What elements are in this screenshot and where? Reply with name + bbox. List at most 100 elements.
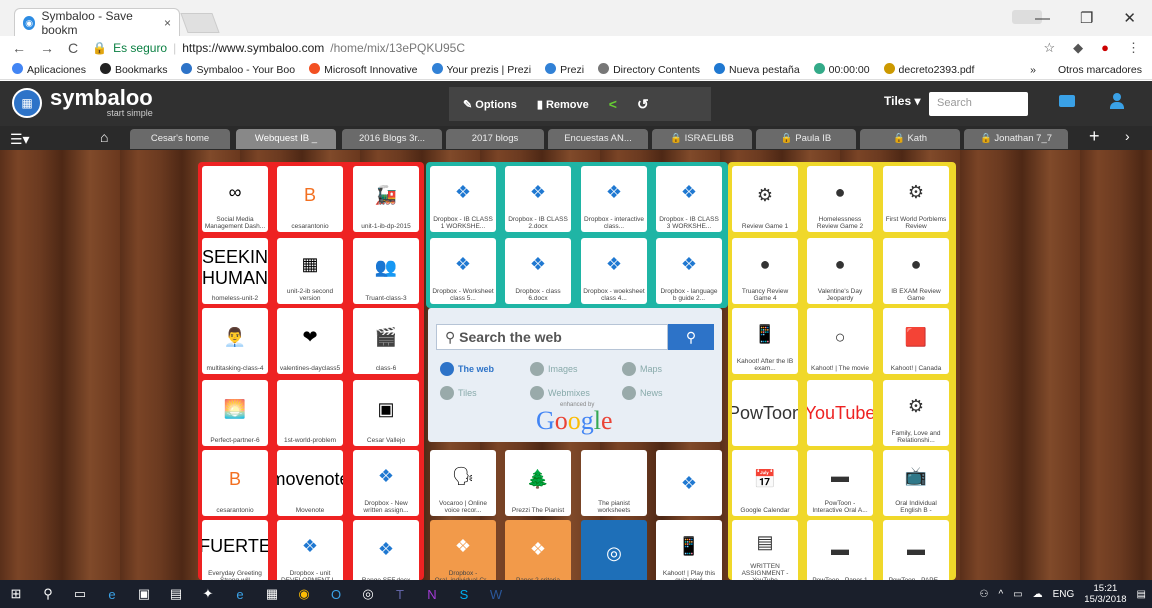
- bookmark-item[interactable]: 00:00:00: [813, 63, 870, 76]
- bookmark-tile[interactable]: ● Truancy Review Game 4: [732, 238, 798, 304]
- bookmark-tile[interactable]: ❖ Dropbox - interactive class...: [581, 166, 647, 232]
- chevron-right-icon[interactable]: ›: [1125, 128, 1130, 144]
- bookmark-tile[interactable]: 🌅 Perfect-partner-6: [202, 380, 268, 446]
- bookmark-tile[interactable]: SEEKIN HUMAN homeless-unit-2: [202, 238, 268, 304]
- extension-abp-icon[interactable]: ●: [1101, 40, 1109, 56]
- notifications-icon[interactable]: ▤: [1137, 589, 1146, 600]
- bookmark-tile[interactable]: 📱 Kahoot! After the IB exam...: [732, 308, 798, 374]
- windows-start-icon[interactable]: ⊞: [4, 586, 28, 602]
- ie-icon[interactable]: e: [228, 587, 252, 602]
- search-option[interactable]: News: [622, 386, 663, 400]
- bookmark-tile[interactable]: ❤ valentines-dayclass5: [277, 308, 343, 374]
- tiles-dropdown[interactable]: Tiles ▾: [884, 94, 921, 108]
- search-option[interactable]: Maps: [622, 362, 662, 376]
- bookmark-tile[interactable]: 1st-world-problem: [277, 380, 343, 446]
- bookmark-tile[interactable]: ❖ Dropbox - IB CLASS 2.docx: [505, 166, 571, 232]
- search-taskbar-icon[interactable]: ⚲: [36, 586, 60, 602]
- bookmarks-more-button[interactable]: »: [1030, 64, 1044, 76]
- search-option[interactable]: Tiles: [440, 386, 477, 400]
- reload-button[interactable]: C: [68, 40, 78, 56]
- bookmark-tile[interactable]: ▬PowToon - Paper 1: [807, 520, 873, 586]
- bookmark-item[interactable]: decreto2393.pdf: [883, 63, 974, 76]
- maximize-button[interactable]: ❐: [1080, 9, 1093, 27]
- bookmark-tile[interactable]: ▣ Cesar Vallejo: [353, 380, 419, 446]
- bookmark-item[interactable]: Symbaloo - Your Boo: [181, 63, 295, 76]
- bookmark-tile[interactable]: 👨‍💼 multitasking-class-4: [202, 308, 268, 374]
- bookmark-tile[interactable]: ❖: [656, 450, 722, 516]
- star-icon[interactable]: ☆: [1043, 40, 1055, 56]
- options-button[interactable]: ✎ Options: [463, 98, 517, 111]
- bookmark-tile[interactable]: PowToon: [732, 380, 798, 446]
- language-label[interactable]: ENG: [1053, 589, 1075, 600]
- webmix-tab[interactable]: 2017 blogs: [446, 129, 544, 149]
- other-bookmarks[interactable]: Otros marcadores: [1058, 64, 1152, 76]
- share-icon[interactable]: <: [609, 96, 617, 112]
- media-icon[interactable]: ◎: [356, 586, 380, 602]
- webmix-tab[interactable]: 2016 Blogs 3r...: [342, 129, 442, 149]
- header-search-input[interactable]: Search: [929, 92, 1028, 116]
- webmix-tab[interactable]: 🔒 ISRAELIBB: [652, 129, 752, 149]
- home-icon[interactable]: ⌂: [100, 129, 108, 145]
- bookmark-tile[interactable]: ◎: [581, 520, 647, 586]
- web-search-button[interactable]: ⚲: [668, 324, 714, 350]
- bookmark-tile[interactable]: ❖Dropbox - unit DEVELOPMENT I...: [277, 520, 343, 586]
- bookmark-tile[interactable]: ● Homelessness Review Game 2: [807, 166, 873, 232]
- new-tab-button[interactable]: [180, 13, 220, 33]
- bookmark-item[interactable]: Your prezis | Prezi: [431, 63, 531, 76]
- battery-icon[interactable]: ▭: [1013, 589, 1022, 600]
- photos-icon[interactable]: ▤: [164, 586, 188, 602]
- task-view-icon[interactable]: ▭: [68, 586, 92, 602]
- bookmark-tile[interactable]: ▤WRITTEN ASSIGNMENT - YouTube: [732, 520, 798, 586]
- bookmark-item[interactable]: Prezi: [545, 63, 584, 76]
- bookmark-tile[interactable]: 📅 Google Calendar: [732, 450, 798, 516]
- undo-icon[interactable]: ↺: [637, 96, 649, 113]
- bookmark-tile[interactable]: movenote Movenote: [277, 450, 343, 516]
- tab-close-icon[interactable]: ×: [164, 16, 171, 30]
- forward-button[interactable]: →: [40, 40, 54, 56]
- tray-arrow-icon[interactable]: ^: [998, 589, 1003, 600]
- bookmark-tile[interactable]: 🗣 Vocaroo | Online voice recor...: [430, 450, 496, 516]
- add-webmix-button[interactable]: +: [1089, 126, 1100, 147]
- teams-icon[interactable]: T: [388, 587, 412, 602]
- user-icon[interactable]: [1110, 93, 1124, 109]
- bookmark-tile[interactable]: Bcesarantonio: [202, 450, 268, 516]
- bookmark-tile[interactable]: ∞ Social Media Management Dash...: [202, 166, 268, 232]
- bookmark-tile[interactable]: ❖Paper 2 criteria: [505, 520, 571, 586]
- bookmark-tile[interactable]: ❖ Dropbox - IB CLASS 1 WORKSHE...: [430, 166, 496, 232]
- bookmark-tile[interactable]: ❖ Dropbox - IB CLASS 3 WORKSHE...: [656, 166, 722, 232]
- bookmark-tile[interactable]: ❖ Dropbox - Worksheet class 5...: [430, 238, 496, 304]
- search-option[interactable]: Images: [530, 362, 578, 376]
- bookmark-tile[interactable]: ○ Kahoot! | The movie: [807, 308, 873, 374]
- bookmark-tile[interactable]: Bcesarantonio: [277, 166, 343, 232]
- bookmark-tile[interactable]: The pianist worksheets: [581, 450, 647, 516]
- webmix-tab[interactable]: 🔒 Paula IB: [756, 129, 856, 149]
- bookmark-item[interactable]: Microsoft Innovative: [309, 63, 418, 76]
- back-button[interactable]: ←: [12, 40, 26, 56]
- bookmark-tile[interactable]: ❖Range SEF.docx: [353, 520, 419, 586]
- bookmark-tile[interactable]: FUERTEEveryday Greeting Strong will: [202, 520, 268, 586]
- web-search-input[interactable]: ⚲ Search the web: [436, 324, 668, 350]
- clock[interactable]: 15:21 15/3/2018: [1084, 583, 1126, 605]
- bookmark-tile[interactable]: 👥 Truant-class-3: [353, 238, 419, 304]
- paint-icon[interactable]: ✦: [196, 586, 220, 602]
- close-window-button[interactable]: ✕: [1123, 9, 1136, 27]
- bookmark-item[interactable]: Directory Contents: [598, 63, 700, 76]
- bookmark-tile[interactable]: 📱Kahoot! | Play this quiz now!: [656, 520, 722, 586]
- bookmark-tile[interactable]: ▬PowToon - PAPE...: [883, 520, 949, 586]
- menu-icon[interactable]: ⋮: [1127, 40, 1140, 56]
- bookmark-tile[interactable]: 📺 Oral Individual English B -: [883, 450, 949, 516]
- network-icon[interactable]: ☁: [1033, 589, 1043, 600]
- symbaloo-logo[interactable]: ▦ symbaloo start simple: [12, 87, 153, 118]
- store-icon[interactable]: ▣: [132, 586, 156, 602]
- bookmark-tile[interactable]: ❖ Dropbox - New written assign...: [353, 450, 419, 516]
- url-field[interactable]: 🔒 Es seguro | https://www.symbaloo.com/h…: [92, 41, 465, 55]
- people-icon[interactable]: ⚇: [979, 589, 988, 600]
- bookmark-tile[interactable]: ⚙ First World Porblems Review: [883, 166, 949, 232]
- bookmark-tile[interactable]: ● Valentine's Day Jeopardy: [807, 238, 873, 304]
- bookmark-item[interactable]: Aplicaciones: [12, 63, 86, 76]
- webmix-tab[interactable]: 🔒 Jonathan 7_7: [964, 129, 1068, 149]
- bookmark-tile[interactable]: ⚙ Family, Love and Relationshi...: [883, 380, 949, 446]
- bookmark-tile[interactable]: ❖ Dropbox - woeksheet class 4...: [581, 238, 647, 304]
- bookmark-tile[interactable]: 🚂 unit-1-ib-dp-2015: [353, 166, 419, 232]
- chrome-icon[interactable]: ◉: [292, 586, 316, 602]
